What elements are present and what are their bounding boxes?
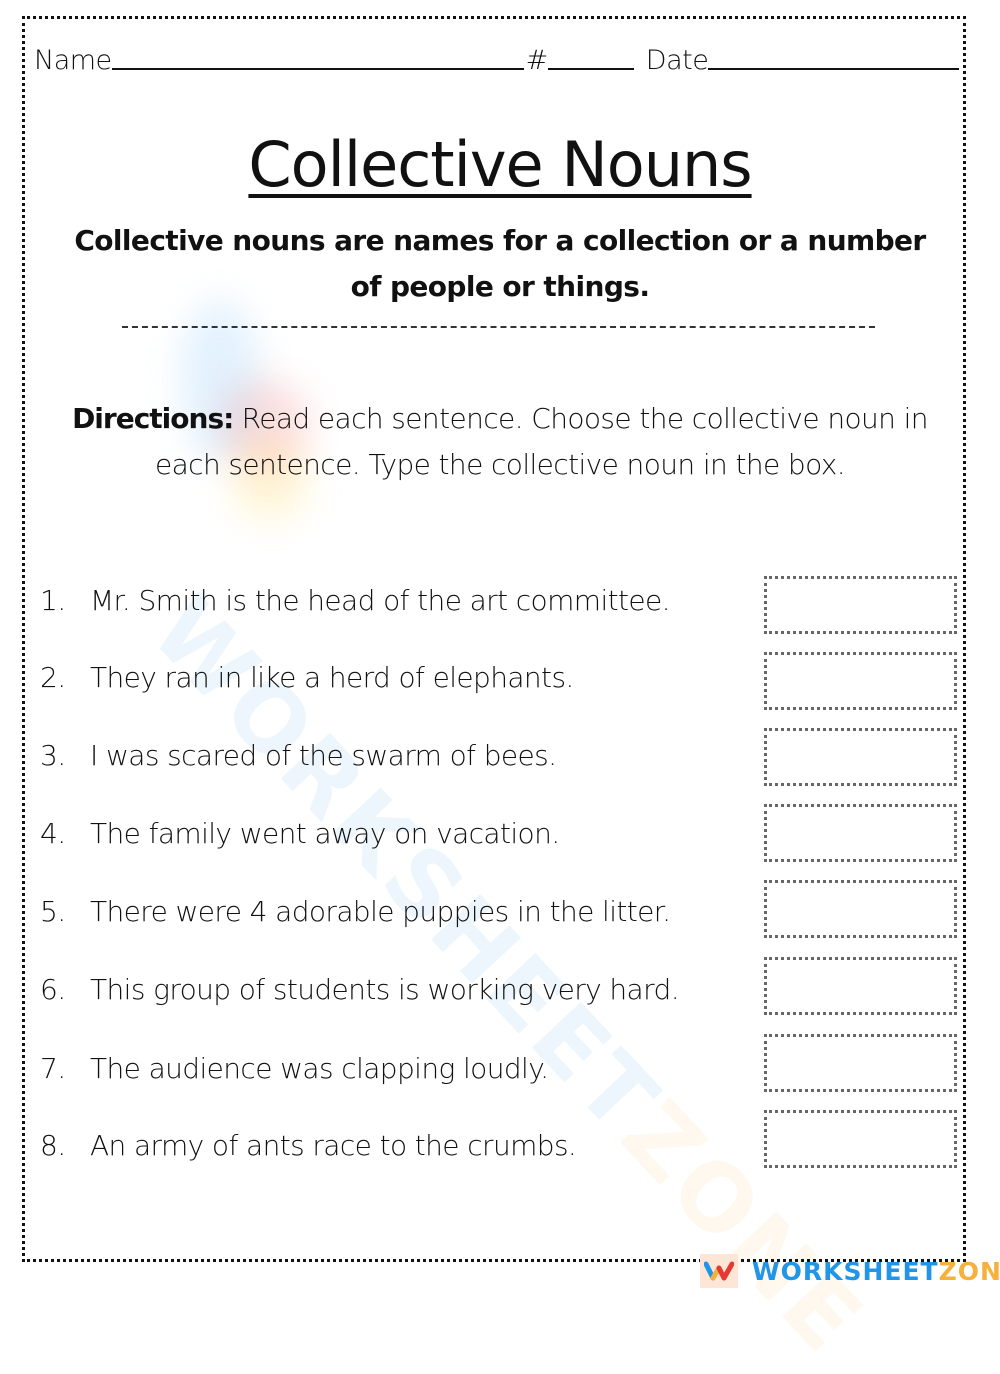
answer-box[interactable] [764,957,957,1015]
question-number: 1. [40,583,66,617]
name-label: Name [34,45,112,76]
answer-box[interactable] [764,1110,957,1168]
definition-text: Collective nouns are names for a collect… [74,224,926,303]
number-line [547,68,634,70]
number-label: # [525,45,549,76]
brand-name-part1: WORKSHEET [752,1256,939,1286]
date-line [708,68,959,70]
question-number: 3. [40,738,66,772]
directions: Directions: Read each sentence. Choose t… [40,396,960,488]
date-label: Date [645,45,709,76]
question-item: 1. Mr. Smith is the head of the art comm… [40,577,671,623]
question-sentence: Mr. Smith is the head of the art committ… [90,583,671,617]
question-item: 5. There were 4 adorable puppies in the … [40,888,671,934]
page-title: Collective Nouns [0,128,1000,201]
question-number: 4. [40,816,66,850]
question-number: 7. [40,1051,66,1085]
brand-name: WORKSHEETZONE [752,1257,1000,1286]
brand-name-part2: ZONE [938,1256,1000,1286]
answer-box[interactable] [764,576,957,634]
answer-box[interactable] [764,1034,957,1092]
question-number: 6. [40,972,66,1006]
question-item: 4. The family went away on vacation. [40,810,560,856]
question-item: 6. This group of students is working ver… [40,966,680,1012]
answer-box[interactable] [764,880,957,938]
question-sentence: I was scared of the swarm of bees. [90,738,557,772]
name-line [111,68,524,70]
question-sentence: This group of students is working very h… [90,972,680,1006]
question-sentence: The audience was clapping loudly. [90,1051,549,1085]
question-item: 8. An army of ants race to the crumbs. [40,1122,577,1168]
question-sentence: They ran in like a herd of elephants. [90,660,574,694]
question-sentence: The family went away on vacation. [90,816,560,850]
question-number: 5. [40,894,66,928]
worksheetzone-logo[interactable]: WORKSHEETZONE [700,1254,1000,1288]
answer-box[interactable] [764,728,957,786]
directions-label: Directions: [72,402,234,435]
question-sentence: There were 4 adorable puppies in the lit… [90,894,671,928]
student-info-header: Name # Date [34,36,959,76]
question-number: 8. [40,1128,66,1162]
directions-text: Read each sentence. Choose the collectiv… [154,402,929,481]
question-item: 7. The audience was clapping loudly. [40,1045,549,1091]
question-sentence: An army of ants race to the crumbs. [90,1128,577,1162]
question-item: 3. I was scared of the swarm of bees. [40,732,557,778]
question-number: 2. [40,660,66,694]
question-item: 2. They ran in like a herd of elephants. [40,654,574,700]
page-title-text: Collective Nouns [248,128,752,201]
answer-box[interactable] [764,652,957,710]
dashed-divider [122,326,875,328]
worksheetzone-w-icon [700,1254,738,1288]
answer-box[interactable] [764,804,957,862]
